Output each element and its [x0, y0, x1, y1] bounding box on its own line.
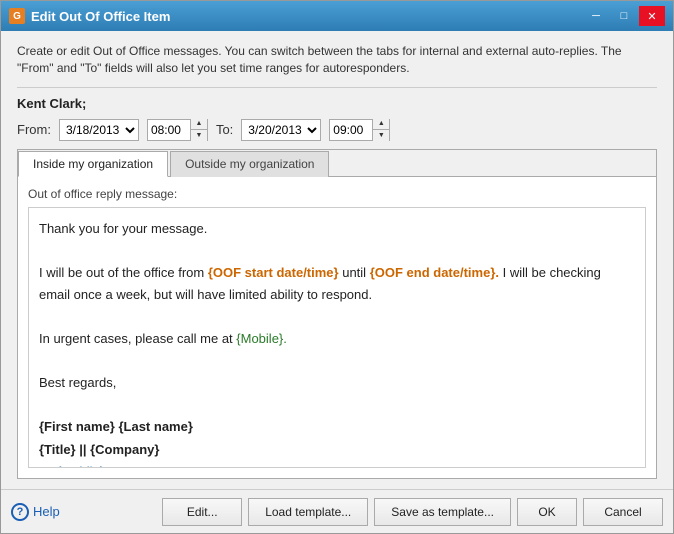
message-area[interactable]: Thank you for your message. I will be ou…: [28, 207, 646, 468]
msg-line2-mid: until: [339, 265, 370, 280]
cancel-button[interactable]: Cancel: [583, 498, 663, 526]
msg-line6: {Title} || {Company}: [39, 439, 635, 461]
msg-line7: M: {Mobile}: [39, 461, 635, 468]
edit-button[interactable]: Edit...: [162, 498, 242, 526]
main-window: G Edit Out Of Office Item ─ □ ✕ Create o…: [0, 0, 674, 534]
to-date-select[interactable]: 3/20/2013: [241, 119, 321, 141]
title-bar-left: G Edit Out Of Office Item: [9, 8, 170, 24]
msg-line2-prefix: I will be out of the office from: [39, 265, 208, 280]
from-time-down[interactable]: ▼: [191, 129, 207, 141]
description-text: Create or edit Out of Office messages. Y…: [17, 43, 657, 88]
help-icon: ?: [11, 503, 29, 521]
msg-line-blank3: [39, 350, 635, 372]
msg-m-val: {Mobile}: [57, 464, 104, 468]
msg-name: {First name} {Last name}: [39, 419, 193, 434]
tab-inside-organization[interactable]: Inside my organization: [18, 151, 168, 177]
ok-button[interactable]: OK: [517, 498, 577, 526]
reply-label: Out of office reply message:: [28, 187, 646, 201]
msg-line2: I will be out of the office from {OOF st…: [39, 262, 635, 306]
msg-line4: Best regards,: [39, 372, 635, 394]
msg-oof-start: {OOF start date/time}: [208, 265, 339, 280]
tabs-container: Inside my organization Outside my organi…: [17, 149, 657, 479]
msg-line3-prefix: In urgent cases, please call me at: [39, 331, 236, 346]
help-label[interactable]: Help: [33, 504, 60, 519]
msg-line-blank4: [39, 394, 635, 416]
msg-oof-end: {OOF end date/time}.: [370, 265, 499, 280]
content-area: Create or edit Out of Office messages. Y…: [1, 31, 673, 489]
to-time-input[interactable]: ▲ ▼: [329, 119, 390, 141]
restore-button[interactable]: □: [611, 6, 637, 26]
save-template-button[interactable]: Save as template...: [374, 498, 511, 526]
msg-title-company: {Title} || {Company}: [39, 442, 159, 457]
minimize-button[interactable]: ─: [583, 6, 609, 26]
msg-line3: In urgent cases, please call me at {Mobi…: [39, 328, 635, 350]
from-time-up[interactable]: ▲: [191, 119, 207, 130]
tab-content: Out of office reply message: Thank you f…: [18, 176, 656, 478]
from-time-field[interactable]: [148, 120, 190, 140]
msg-line-blank2: [39, 306, 635, 328]
title-bar-controls: ─ □ ✕: [583, 6, 665, 26]
window-title: Edit Out Of Office Item: [31, 9, 170, 24]
load-template-button[interactable]: Load template...: [248, 498, 368, 526]
close-button[interactable]: ✕: [639, 6, 665, 26]
msg-line-blank1: [39, 240, 635, 262]
to-time-spinner: ▲ ▼: [372, 119, 389, 141]
user-name: Kent Clark;: [17, 96, 657, 111]
from-time-input[interactable]: ▲ ▼: [147, 119, 208, 141]
to-label: To:: [216, 122, 233, 137]
msg-mobile: {Mobile}.: [236, 331, 287, 346]
tab-outside-organization[interactable]: Outside my organization: [170, 151, 329, 177]
date-row: From: 3/18/2013 ▲ ▼ To: 3/20/2013 ▲ ▼: [17, 119, 657, 141]
from-label: From:: [17, 122, 51, 137]
tab-bar: Inside my organization Outside my organi…: [18, 150, 656, 176]
to-time-up[interactable]: ▲: [373, 119, 389, 130]
help-section[interactable]: ? Help: [11, 503, 60, 521]
footer-bar: ? Help Edit... Load template... Save as …: [1, 489, 673, 533]
msg-line5: {First name} {Last name}: [39, 416, 635, 438]
to-time-down[interactable]: ▼: [373, 129, 389, 141]
from-date-select[interactable]: 3/18/2013: [59, 119, 139, 141]
msg-line1: Thank you for your message.: [39, 218, 635, 240]
title-bar: G Edit Out Of Office Item ─ □ ✕: [1, 1, 673, 31]
msg-m-prefix: M:: [39, 464, 57, 468]
app-icon: G: [9, 8, 25, 24]
to-time-field[interactable]: [330, 120, 372, 140]
from-time-spinner: ▲ ▼: [190, 119, 207, 141]
